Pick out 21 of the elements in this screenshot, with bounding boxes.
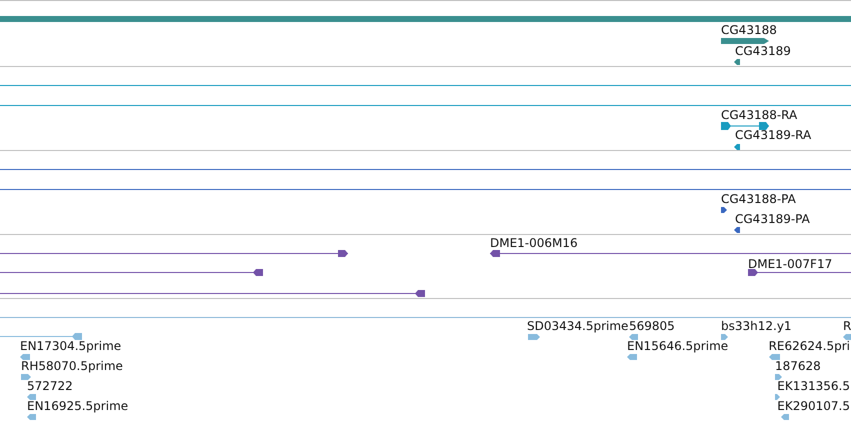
- feature-label: SD03434.5prime: [527, 319, 628, 333]
- feature-label: EN15646.5prime: [627, 339, 728, 353]
- feature-label: CG43188: [721, 23, 777, 37]
- feature-label: EK131356.5: [777, 379, 850, 393]
- feature-label: RE62624.5pri: [768, 339, 850, 353]
- feature-label: CG43189: [735, 44, 791, 58]
- feature-label: DME1-006M16: [490, 236, 578, 250]
- feature-label: 187628: [775, 359, 821, 373]
- feature-label: EN16925.5prime: [27, 399, 128, 413]
- feature-label: 569805: [629, 319, 675, 333]
- feature-label: bs33h12.y1: [721, 319, 792, 333]
- feature-label: EK290107.5: [777, 399, 850, 413]
- feature-label: 572722: [27, 379, 73, 393]
- feature-label: CG43189-RA: [735, 128, 812, 142]
- feature-label: RH58070.5prime: [21, 359, 123, 373]
- feature-label: CG43188-RA: [721, 108, 798, 122]
- feature-label: CG43189-PA: [735, 212, 810, 226]
- feature-label: R: [843, 319, 851, 333]
- feature-label: EN17304.5prime: [20, 339, 122, 353]
- feature-label: DME1-007F17: [748, 257, 832, 271]
- feature-label: CG43188-PA: [721, 192, 796, 206]
